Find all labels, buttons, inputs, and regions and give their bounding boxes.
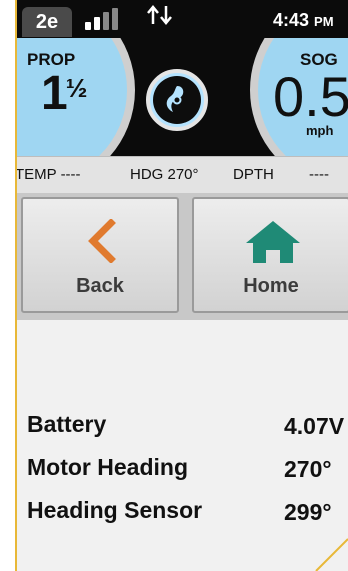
sog-value: 0.5 xyxy=(273,65,348,128)
home-button[interactable]: Home xyxy=(192,197,348,313)
signal-bars-icon xyxy=(85,8,125,30)
clock: 4:43 PM xyxy=(273,10,334,31)
prop-value: 1½ xyxy=(41,66,88,121)
home-icon xyxy=(246,221,300,263)
propeller-icon-bg xyxy=(153,76,201,124)
nav-bar: Back Home xyxy=(15,193,348,320)
reading-value: 4.07V xyxy=(284,413,345,439)
depth-value: ---- xyxy=(309,166,329,183)
reading-name: Heading Sensor xyxy=(27,497,203,523)
back-arrow-icon xyxy=(88,218,116,264)
prop-value-whole: 1 xyxy=(41,67,68,120)
clock-ampm: PM xyxy=(314,14,334,29)
reading-name: Battery xyxy=(27,411,107,437)
screen-id: 2e xyxy=(35,10,59,33)
diagnostics-panel: Battery 4.07V Motor Heading 270° Heading… xyxy=(15,320,348,571)
sog-unit: mph xyxy=(306,123,334,138)
frame-border xyxy=(15,0,17,571)
depth-readout: DPTH xyxy=(233,166,274,183)
propeller-icon xyxy=(166,86,184,112)
clock-time: 4:43 xyxy=(273,10,310,30)
screen-id-badge: 2e xyxy=(22,7,72,37)
up-down-arrows-icon xyxy=(147,5,172,25)
reading-row: Battery 4.07V xyxy=(27,411,348,441)
gauge-panel: PROP 1½ SOG 0.5 mph xyxy=(15,38,348,156)
propeller-button[interactable] xyxy=(146,69,208,131)
temp-readout: TEMP ---- xyxy=(15,166,81,183)
status-bar: 2e 4:43 PM xyxy=(15,0,348,38)
back-button[interactable]: Back xyxy=(21,197,179,313)
reading-value: 299° xyxy=(284,499,332,525)
prop-value-fraction: ½ xyxy=(65,73,88,103)
reading-row: Motor Heading 270° xyxy=(27,454,348,484)
reading-value: 270° xyxy=(284,456,332,482)
home-label: Home xyxy=(243,275,299,297)
back-label: Back xyxy=(76,275,124,297)
reading-row: Heading Sensor 299° xyxy=(27,497,348,527)
info-strip: TEMP ---- HDG 270° DPTH ---- xyxy=(15,156,348,194)
heading-readout: HDG 270° xyxy=(130,166,199,183)
reading-name: Motor Heading xyxy=(27,454,188,480)
frame-corner xyxy=(315,538,348,571)
device-screen: 2e 4:43 PM PROP 1½ SOG 0.5 mph TEMP ----… xyxy=(15,0,348,571)
